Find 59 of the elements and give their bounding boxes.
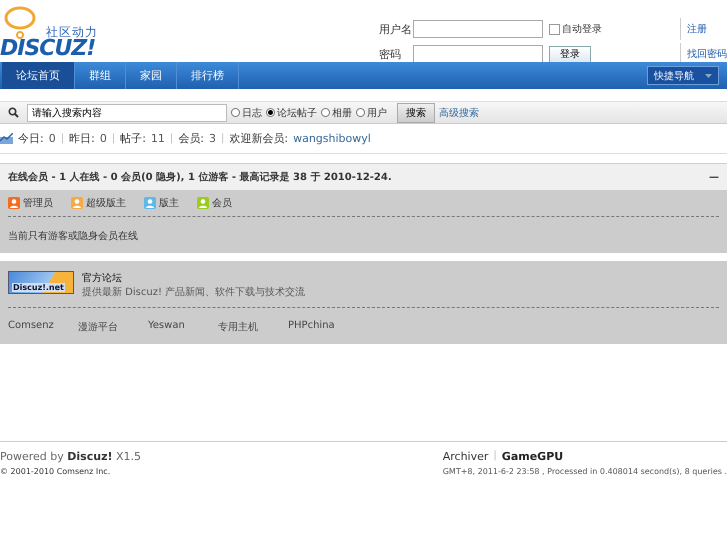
username-label[interactable]: 用户名 <box>363 22 413 36</box>
discuz-badge[interactable]: Discuz!.net <box>8 271 74 294</box>
stat-value: 0 <box>48 132 56 145</box>
logo-tagline: 社区动力 <box>46 24 98 39</box>
nav-tab[interactable]: 家园 <box>126 62 177 89</box>
login-button[interactable]: 登录 <box>549 46 591 62</box>
stat-value: 11 <box>150 132 165 145</box>
search-icon <box>8 107 19 118</box>
newest-member-label: 欢迎新会员: <box>229 131 288 146</box>
nav-tab[interactable]: 论坛首页 <box>2 62 75 89</box>
separator: | <box>493 450 497 463</box>
stat-label: 今日: <box>18 131 44 146</box>
stat-label: 昨日: <box>69 131 95 146</box>
password-label: 密码 <box>378 46 402 62</box>
debug-info: GMT+8, 2011-6-2 23:58 , Processed in 0.408014 second(s), 8 queries . <box>442 467 727 476</box>
search-scope-radio[interactable]: 论坛帖子 <box>266 106 317 120</box>
powered-by: Powered by Discuz! X1.5 <box>0 450 142 463</box>
featured-link-title[interactable]: 官方论坛 <box>82 271 306 285</box>
radio-dot-icon <box>268 110 273 115</box>
online-message: 当前只有游客或隐身会员在线 <box>8 230 139 243</box>
search-scope-radio[interactable]: 用户 <box>356 106 387 120</box>
nav-tab[interactable]: 排行榜 <box>177 62 239 89</box>
archiver-link[interactable]: Archiver <box>442 450 488 463</box>
site-link[interactable]: GameGPU <box>502 450 564 463</box>
search-button[interactable]: 搜索 <box>397 102 435 122</box>
stat-label: 会员: <box>178 131 204 146</box>
separator: | <box>112 133 116 144</box>
separator: | <box>60 133 64 144</box>
separator: | <box>170 133 174 144</box>
stat-value: 0 <box>100 132 107 145</box>
username-field[interactable] <box>413 20 543 38</box>
legend-label: 超级版主 <box>86 196 126 210</box>
friend-link[interactable]: 专用主机 <box>218 320 288 334</box>
member-link[interactable]: wangshibowyl <box>293 132 371 145</box>
stat-value: 3 <box>209 132 216 145</box>
register-link[interactable]: 注册 <box>680 18 727 40</box>
friend-link[interactable]: Comsenz <box>8 320 78 334</box>
copyright: © 2001-2010 Comsenz Inc. <box>0 467 112 476</box>
quick-nav-dropdown[interactable]: 快捷导航 <box>647 66 719 85</box>
collapse-toggle[interactable]: — <box>709 172 719 182</box>
legend-label: 管理员 <box>23 197 53 210</box>
search-field[interactable]: 请输入搜索内容 <box>27 104 227 122</box>
friend-link[interactable]: Yeswan <box>148 320 218 334</box>
online-heading: 在线会员 - 1 人在线 - 0 会员(0 隐身), 1 位游客 - 最高记录是 38 于 2010-12-24. <box>8 170 392 184</box>
advanced-search-link[interactable]: 高级搜索 <box>439 106 479 120</box>
remember-checkbox[interactable]: 自动登录 <box>543 22 680 36</box>
chart-icon <box>0 133 13 144</box>
legend-label: 会员 <box>212 197 232 210</box>
caret-icon <box>705 74 712 78</box>
friend-link[interactable]: PHPchina <box>288 320 358 334</box>
search-scope-radio[interactable]: 相册 <box>321 106 352 120</box>
nav-tab[interactable]: 群组 <box>75 62 126 89</box>
stat-label: 帖子: <box>120 131 146 146</box>
legend-label: 版主 <box>159 196 179 210</box>
password-field[interactable] <box>413 45 543 63</box>
separator: | <box>221 133 224 144</box>
search-scope-radio[interactable]: 日志 <box>231 106 262 120</box>
featured-link-description: 提供最新 Discuz! 产品新闻、软件下载与技术交流 <box>82 286 306 299</box>
friend-link[interactable]: 漫游平台 <box>78 320 148 334</box>
